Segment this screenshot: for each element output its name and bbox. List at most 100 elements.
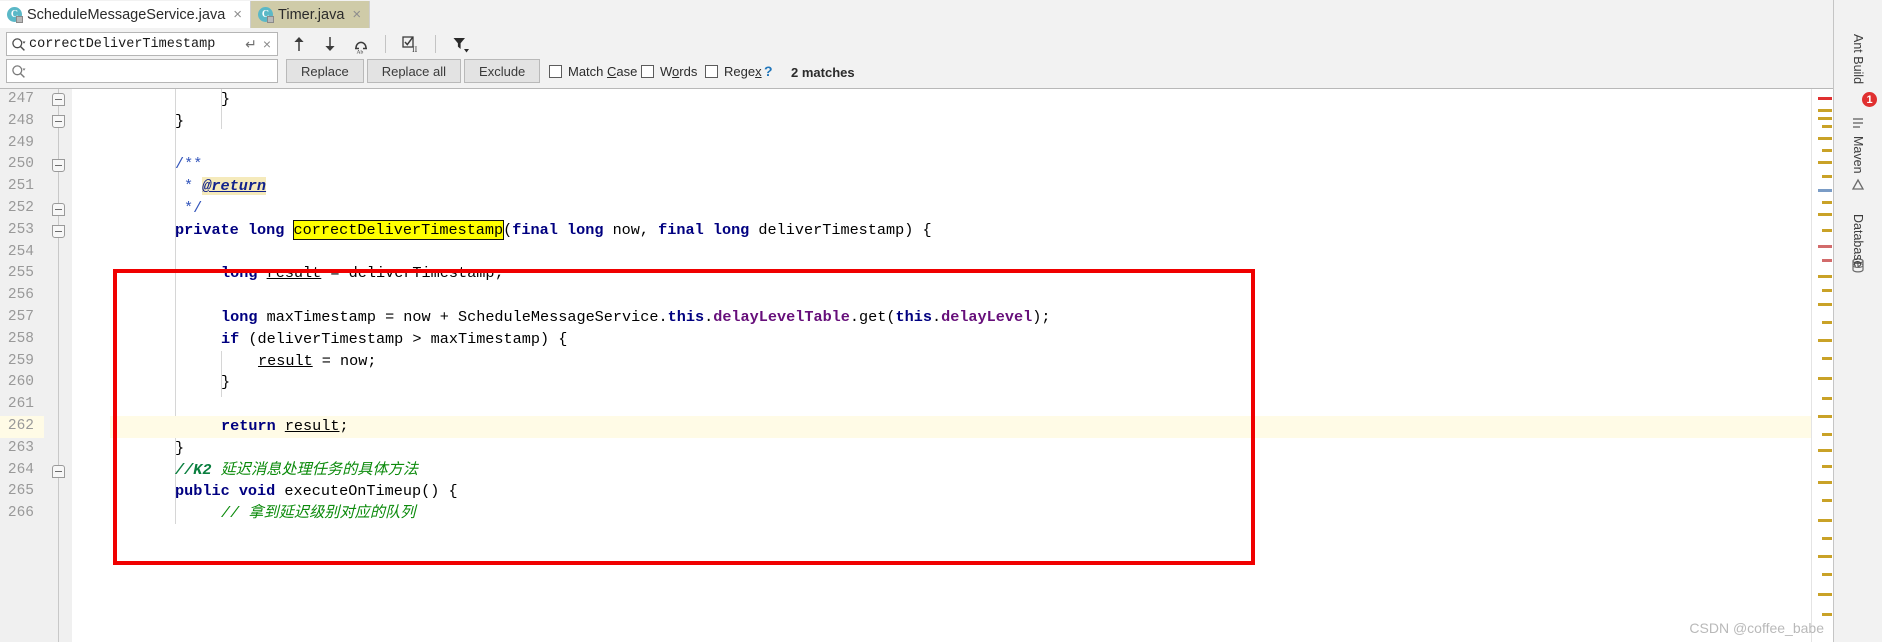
regex-help-icon[interactable]: ? <box>764 63 773 79</box>
code-analysis-marker[interactable] <box>1818 137 1832 140</box>
tab-timer[interactable]: C Timer.java × <box>251 1 371 28</box>
code-analysis-marker[interactable] <box>1822 573 1832 576</box>
checkbox-words[interactable]: Words <box>641 64 697 79</box>
code-analysis-marker[interactable] <box>1822 537 1832 540</box>
code-line-250: /** <box>175 155 203 174</box>
code-editor[interactable]: 247 248 249 250 251 252 253 254 255 256 … <box>0 89 1882 642</box>
code-analysis-marker[interactable] <box>1822 289 1832 292</box>
find-replace-panel: correctDeliverTimestamp ↵ × Ab II Replac… <box>0 28 1882 106</box>
line-number: 257 <box>7 308 34 325</box>
code-analysis-marker[interactable] <box>1822 465 1832 468</box>
code-analysis-marker[interactable] <box>1822 201 1832 204</box>
checkbox-match-case[interactable]: Match Case <box>549 64 637 79</box>
filter-icon[interactable] <box>450 33 471 55</box>
exclude-button[interactable]: Exclude <box>464 59 541 83</box>
select-all-occurrences-icon[interactable]: Ab <box>350 33 371 55</box>
line-number: 264 <box>7 461 34 478</box>
code-analysis-marker[interactable] <box>1818 213 1832 216</box>
code-analysis-marker[interactable] <box>1818 97 1832 100</box>
replace-input[interactable] <box>6 59 278 83</box>
right-tool-window-bar: 1 Ant Build Maven Database <box>1833 0 1882 642</box>
code-folding-gutter[interactable] <box>44 89 72 642</box>
fold-marker[interactable] <box>52 465 65 478</box>
code-line-264: //K2 延迟消息处理任务的具体方法 <box>175 460 419 479</box>
find-previous-icon[interactable] <box>288 33 309 55</box>
fold-marker[interactable] <box>52 159 65 172</box>
code-analysis-marker[interactable] <box>1818 245 1832 248</box>
code-line-253: private long correctDeliverTimestamp(fin… <box>175 219 932 240</box>
code-analysis-marker[interactable] <box>1822 321 1832 324</box>
code-analysis-marker[interactable] <box>1818 339 1832 342</box>
line-number: 248 <box>7 112 34 129</box>
line-number: 256 <box>7 287 34 304</box>
code-analysis-marker[interactable] <box>1822 125 1832 128</box>
tab-schedulemessageservice[interactable]: C ScheduleMessageService.java × <box>0 1 252 28</box>
code-text-area[interactable]: } } /** * @return */ private long correc… <box>110 89 1812 642</box>
ant-build-icon <box>1851 116 1865 133</box>
code-analysis-marker[interactable] <box>1818 117 1832 120</box>
search-input[interactable]: correctDeliverTimestamp ↵ × <box>6 32 278 56</box>
code-analysis-marker[interactable] <box>1818 593 1832 596</box>
code-analysis-marker[interactable] <box>1822 433 1832 436</box>
enter-icon[interactable]: ↵ <box>242 36 260 53</box>
code-line-265: public void executeOnTimeup() { <box>175 482 458 501</box>
checkbox-regex[interactable]: Regex <box>705 64 762 79</box>
code-analysis-marker[interactable] <box>1818 109 1832 112</box>
ide-window: C ScheduleMessageService.java × C Timer.… <box>0 0 1882 642</box>
line-number: 260 <box>7 374 34 391</box>
code-analysis-marker[interactable] <box>1818 161 1832 164</box>
code-analysis-marker[interactable] <box>1818 377 1832 380</box>
tool-window-maven[interactable]: Maven <box>1851 136 1865 174</box>
code-analysis-marker[interactable] <box>1822 149 1832 152</box>
close-icon[interactable]: × <box>349 7 361 22</box>
checkbox-label: Words <box>660 64 698 79</box>
java-class-icon: C <box>258 7 275 23</box>
checkbox-label: Match Case <box>568 64 638 79</box>
checkbox-box[interactable] <box>705 65 718 78</box>
code-analysis-marker[interactable] <box>1822 229 1832 232</box>
toolbar-divider <box>385 35 386 53</box>
line-number: 250 <box>7 156 34 173</box>
tool-window-ant-build[interactable]: Ant Build <box>1851 34 1865 84</box>
code-line-247: } <box>221 90 231 108</box>
error-marker-strip[interactable] <box>1811 89 1834 642</box>
tool-window-database[interactable]: Database <box>1851 214 1865 268</box>
replace-all-button[interactable]: Replace all <box>366 59 462 83</box>
find-next-icon[interactable] <box>319 33 340 55</box>
line-number: 253 <box>7 221 34 238</box>
checkbox-box[interactable] <box>549 65 562 78</box>
current-line-band <box>110 415 1812 438</box>
checkbox-box[interactable] <box>641 65 654 78</box>
code-analysis-marker[interactable] <box>1818 303 1832 306</box>
line-number: 265 <box>7 483 34 500</box>
editor-annotation-gutter[interactable] <box>72 89 173 642</box>
fold-marker[interactable] <box>52 203 65 216</box>
line-number: 261 <box>7 396 34 413</box>
code-analysis-marker[interactable] <box>1818 481 1832 484</box>
line-number: 247 <box>7 91 34 107</box>
code-analysis-marker[interactable] <box>1822 175 1832 178</box>
code-analysis-marker[interactable] <box>1818 189 1832 192</box>
code-analysis-marker[interactable] <box>1818 449 1832 452</box>
code-analysis-marker[interactable] <box>1822 259 1832 262</box>
code-analysis-marker[interactable] <box>1822 499 1832 502</box>
tab-label: Timer.java <box>278 6 345 23</box>
replace-button[interactable]: Replace <box>286 59 364 83</box>
filter-in-comments-icon[interactable]: II <box>400 33 421 55</box>
code-line-259: result = now; <box>258 351 377 370</box>
code-analysis-marker[interactable] <box>1822 613 1832 616</box>
close-icon[interactable]: × <box>230 7 242 22</box>
code-analysis-marker[interactable] <box>1818 519 1832 522</box>
error-count-badge[interactable]: 1 <box>1862 92 1877 107</box>
clear-search-icon[interactable]: × <box>260 36 277 52</box>
fold-marker[interactable] <box>52 115 65 128</box>
code-analysis-marker[interactable] <box>1822 397 1832 400</box>
fold-marker[interactable] <box>52 225 65 238</box>
code-analysis-marker[interactable] <box>1818 415 1832 418</box>
line-number: 251 <box>7 178 34 195</box>
fold-marker[interactable] <box>52 93 65 106</box>
code-analysis-marker[interactable] <box>1818 275 1832 278</box>
search-input-value[interactable]: correctDeliverTimestamp <box>29 37 242 52</box>
code-analysis-marker[interactable] <box>1818 555 1832 558</box>
code-analysis-marker[interactable] <box>1822 357 1832 360</box>
